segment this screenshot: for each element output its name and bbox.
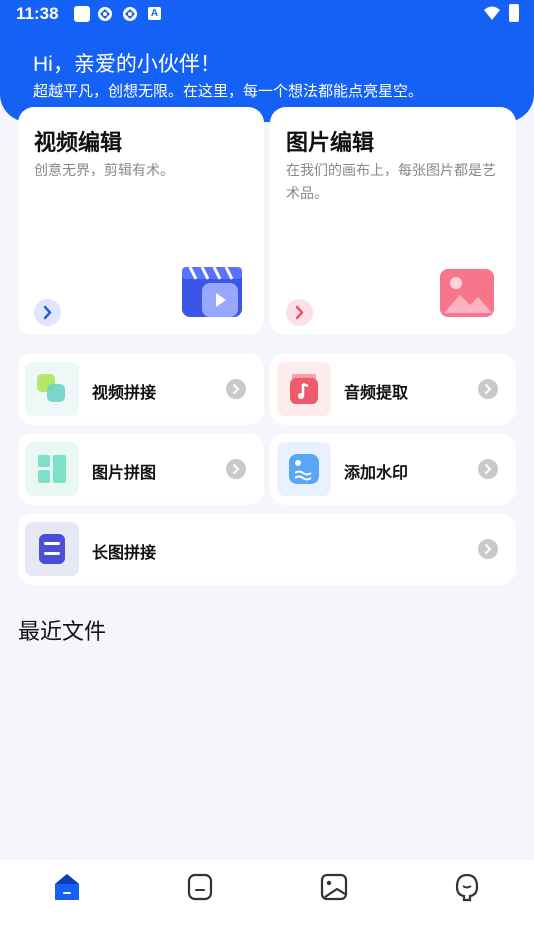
tool-long-image-merge-label: 长图拼接 bbox=[92, 545, 157, 562]
tool-image-collage-label: 图片拼图 bbox=[92, 465, 157, 482]
tool-long-image-merge[interactable]: 长图拼接 bbox=[18, 513, 516, 585]
chevron-right-icon bbox=[478, 379, 498, 399]
nav-home[interactable] bbox=[50, 870, 84, 904]
status-bar: 11:38 A bbox=[0, 0, 534, 28]
chevron-right-icon bbox=[226, 459, 246, 479]
profile-icon bbox=[455, 873, 479, 902]
video-edit-card[interactable]: 视频编辑 创意无界，剪辑有术。 bbox=[18, 107, 264, 335]
video-edit-title: 视频编辑 bbox=[34, 130, 123, 155]
tool-add-watermark[interactable]: 添加水印 bbox=[270, 433, 516, 505]
music-note-icon bbox=[277, 362, 331, 416]
tool-image-collage[interactable]: 图片拼图 bbox=[18, 433, 264, 505]
nav-templates[interactable] bbox=[183, 870, 217, 904]
recent-files-title: 最近文件 bbox=[18, 619, 107, 644]
letter-notification-icon: A bbox=[148, 7, 161, 20]
grid-icon bbox=[25, 442, 79, 496]
chevron-right-icon bbox=[478, 539, 498, 559]
note-icon bbox=[187, 873, 213, 901]
tool-audio-extract[interactable]: 音频提取 bbox=[270, 353, 516, 425]
bottom-navigation bbox=[0, 860, 534, 950]
long-image-icon bbox=[25, 522, 79, 576]
wifi-icon bbox=[484, 6, 500, 20]
app-notification-icon bbox=[98, 7, 112, 21]
notification-icon bbox=[74, 6, 90, 22]
app-notification-icon bbox=[123, 7, 137, 21]
image-edit-arrow-button[interactable] bbox=[286, 299, 313, 326]
header-banner: 11:38 A Hi，亲爱的小伙伴！ 超越平凡，创想无限。在这里，每一个想法都能… bbox=[0, 0, 534, 122]
chevron-right-icon bbox=[226, 379, 246, 399]
status-time: 11:38 bbox=[16, 4, 59, 23]
chevron-right-icon bbox=[478, 459, 498, 479]
tool-video-merge[interactable]: 视频拼接 bbox=[18, 353, 264, 425]
home-icon bbox=[55, 874, 79, 900]
image-edit-card[interactable]: 图片编辑 在我们的画布上，每张图片都是艺术品。 bbox=[270, 107, 516, 335]
tool-video-merge-label: 视频拼接 bbox=[92, 385, 157, 402]
video-clapper-icon bbox=[182, 266, 242, 317]
greeting-subtitle: 超越平凡，创想无限。在这里，每一个想法都能点亮星空。 bbox=[33, 83, 424, 100]
chevron-right-icon bbox=[295, 305, 304, 320]
nav-gallery[interactable] bbox=[317, 870, 351, 904]
watermark-icon bbox=[277, 442, 331, 496]
image-edit-title: 图片编辑 bbox=[286, 130, 375, 155]
battery-icon bbox=[509, 4, 519, 22]
nav-profile[interactable] bbox=[450, 870, 484, 904]
merge-icon bbox=[25, 362, 79, 416]
image-edit-description: 在我们的画布上，每张图片都是艺术品。 bbox=[286, 162, 496, 201]
video-edit-description: 创意无界，剪辑有术。 bbox=[34, 162, 174, 178]
image-icon bbox=[440, 269, 494, 317]
chevron-right-icon bbox=[43, 305, 52, 320]
video-edit-arrow-button[interactable] bbox=[34, 299, 61, 326]
tool-add-watermark-label: 添加水印 bbox=[344, 465, 409, 482]
photo-icon bbox=[320, 873, 348, 901]
tool-audio-extract-label: 音频提取 bbox=[344, 385, 409, 402]
greeting-text: Hi，亲爱的小伙伴！ bbox=[33, 53, 221, 76]
